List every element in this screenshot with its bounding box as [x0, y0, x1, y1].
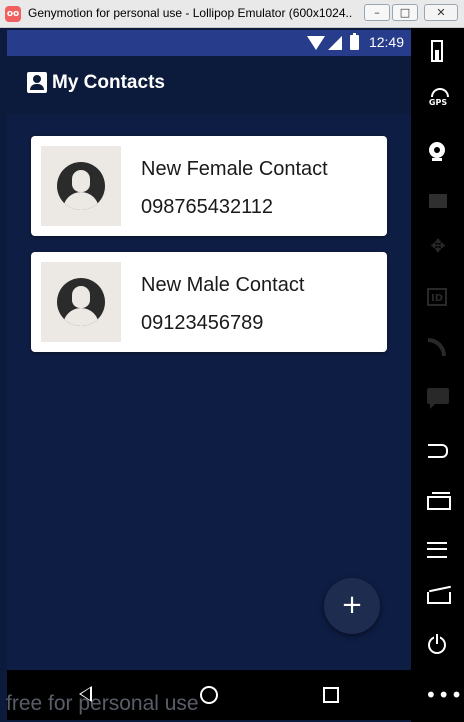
home-icon[interactable] — [200, 686, 218, 704]
gps-icon[interactable]: GPS — [425, 86, 451, 110]
device-id-icon[interactable]: ID — [425, 286, 451, 310]
contact-name: New Female Contact — [141, 158, 328, 180]
screencast-icon[interactable] — [425, 188, 451, 212]
window-title: Genymotion for personal use - Lollipop E… — [28, 6, 353, 20]
window-title-bar: oo Genymotion for personal use - Lollipo… — [0, 0, 464, 28]
signal-icon — [328, 36, 342, 50]
battery-widget-icon[interactable] — [425, 40, 451, 64]
emulator-screen: 12:49 My Contacts New Female Contact 098… — [7, 30, 411, 720]
recents-icon[interactable] — [323, 687, 339, 703]
contact-phone: 09123456789 — [141, 312, 264, 334]
app-bar: My Contacts — [7, 56, 411, 114]
gps-label: GPS — [428, 98, 448, 107]
move-icon[interactable]: ✥ — [425, 236, 451, 260]
contact-card[interactable]: New Male Contact 09123456789 — [31, 252, 387, 352]
power-icon[interactable] — [425, 634, 451, 658]
back-button-icon[interactable] — [425, 438, 451, 462]
page-title: My Contacts — [52, 72, 165, 93]
contact-phone: 098765432112 — [141, 196, 273, 218]
female-avatar-icon — [41, 146, 121, 226]
network-icon[interactable] — [425, 336, 451, 360]
watermark: free for personal use — [6, 692, 199, 715]
status-bar: 12:49 — [7, 30, 411, 56]
contact-name: New Male Contact — [141, 274, 305, 296]
contact-card[interactable]: New Female Contact 098765432112 — [31, 136, 387, 236]
genymotion-icon: oo — [5, 6, 21, 22]
emulator-side-panel: GPS ✥ ID ••• — [411, 28, 464, 722]
status-time: 12:49 — [368, 34, 404, 50]
wifi-icon — [307, 36, 325, 50]
minimize-button[interactable]: – — [364, 4, 390, 21]
battery-icon — [350, 33, 359, 50]
sms-icon[interactable] — [425, 386, 451, 410]
recent-apps-icon[interactable] — [425, 488, 451, 512]
close-button[interactable]: ✕ — [424, 4, 458, 21]
home-button-icon[interactable] — [425, 586, 451, 610]
male-avatar-icon — [41, 262, 121, 342]
more-options-icon[interactable]: ••• — [425, 685, 462, 712]
add-contact-button[interactable]: + — [324, 578, 380, 634]
webcam-icon[interactable] — [425, 140, 451, 164]
menu-icon[interactable] — [425, 536, 451, 560]
maximize-button[interactable]: □ — [392, 4, 418, 21]
account-box-icon — [27, 72, 47, 93]
